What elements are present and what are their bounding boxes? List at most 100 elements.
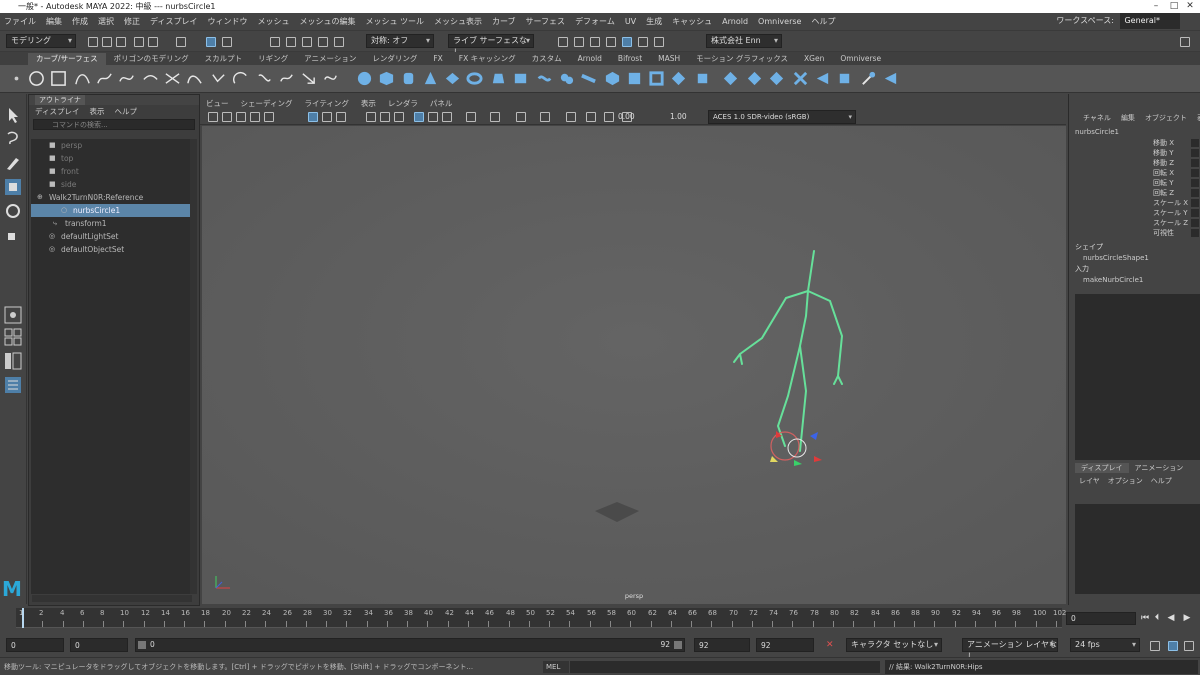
add-points-icon[interactable]	[322, 70, 339, 87]
nurbs-circle-prim-icon[interactable]	[490, 70, 507, 87]
extrude-icon[interactable]	[580, 70, 597, 87]
perspective-viewport[interactable]: persp	[202, 126, 1066, 604]
menu-item-7[interactable]: メッシュ	[257, 16, 289, 27]
anti-aliasing-icon[interactable]	[566, 112, 576, 122]
outliner-vscrollbar[interactable]	[190, 139, 197, 594]
attach-surfaces-icon[interactable]	[814, 70, 831, 87]
resolution-gate-icon[interactable]	[336, 112, 346, 122]
shelf-tab-10[interactable]: Bifrost	[610, 53, 650, 65]
vp-menu-shading[interactable]: シェーディング	[241, 98, 293, 109]
minimize-icon[interactable]: –	[1148, 0, 1164, 13]
current-time-marker[interactable]	[22, 608, 24, 628]
anim-layer-dropdown[interactable]: アニメーション レイヤなし	[962, 638, 1058, 661]
cb-input-name[interactable]: makeNurbCircle1	[1083, 276, 1143, 284]
cb-menu-object[interactable]: オブジェクト	[1145, 113, 1187, 123]
outliner-row[interactable]: ◎ defaultObjectSet	[31, 243, 191, 256]
vp-menu-lighting[interactable]: ライティング	[304, 98, 348, 109]
outliner-row[interactable]: ⊕ Walk2TurnN0R:Reference	[31, 191, 191, 204]
select-camera-icon[interactable]	[208, 112, 218, 122]
intersect-icon[interactable]	[722, 70, 739, 87]
paint-select-icon[interactable]	[4, 154, 22, 172]
use-all-lights-icon[interactable]	[466, 112, 476, 122]
select-hierarchy-icon[interactable]	[176, 37, 186, 47]
cb-attr-value[interactable]	[1191, 149, 1199, 157]
shadows-icon[interactable]	[490, 112, 500, 122]
arc-icon[interactable]	[164, 70, 181, 87]
bevel-icon[interactable]	[670, 70, 687, 87]
renderer-dropdown[interactable]: 株式会社 Enn	[706, 34, 782, 48]
motion-blur-icon[interactable]	[540, 112, 550, 122]
textured-icon[interactable]	[442, 112, 452, 122]
color-space-dropdown[interactable]: ACES 1.0 SDR-video (sRGB)	[708, 110, 856, 124]
sound-icon[interactable]	[1168, 641, 1178, 651]
animation-start-field[interactable]: 0	[6, 638, 64, 652]
field-chart-icon[interactable]	[380, 112, 390, 122]
range-bar[interactable]: 0 92	[135, 638, 685, 652]
menu-item-5[interactable]: ディスプレイ	[150, 16, 197, 27]
play-back-icon[interactable]: ◀	[1166, 613, 1176, 623]
depth-of-field-icon[interactable]	[586, 112, 596, 122]
outliner-layout-icon[interactable]	[4, 376, 22, 394]
script-language-toggle[interactable]: MEL	[543, 661, 569, 673]
shelf-tab-6[interactable]: FX	[425, 53, 450, 65]
four-view-layout-icon[interactable]	[4, 328, 22, 346]
live-surface-field[interactable]: ライブ サーフェスなし	[448, 34, 534, 57]
shelf-tab-0[interactable]: カーブ/サーフェス	[28, 53, 106, 65]
outliner-row[interactable]: ◎ defaultLightSet	[31, 230, 191, 243]
animation-end-field[interactable]: 92	[756, 638, 814, 652]
cb-menu-edit[interactable]: 編集	[1121, 113, 1135, 123]
shelf-tab-2[interactable]: スカルプト	[197, 53, 251, 65]
go-to-start-icon[interactable]: ⏮	[1140, 613, 1150, 623]
cb-attr-value[interactable]	[1191, 179, 1199, 187]
film-gate-icon[interactable]	[322, 112, 332, 122]
project-curve-icon[interactable]	[746, 70, 763, 87]
nurbs-circle-icon[interactable]	[28, 70, 45, 87]
outliner-search-input[interactable]: コマンドの検索...	[33, 119, 195, 130]
render-frame-icon[interactable]	[558, 37, 568, 47]
close-icon[interactable]: ✕	[1182, 0, 1198, 13]
vp-menu-panels[interactable]: パネル	[430, 98, 453, 109]
move-tool-icon[interactable]	[4, 178, 22, 196]
vp-menu-view[interactable]: ビュー	[206, 98, 229, 109]
outliner-menu-display[interactable]: ディスプレイ	[35, 106, 79, 117]
menu-item-2[interactable]: 作成	[72, 16, 88, 27]
layer-menu-layers[interactable]: レイヤ	[1079, 476, 1100, 486]
menu-item-3[interactable]: 選択	[98, 16, 114, 27]
step-back-icon[interactable]: ⏴	[1152, 613, 1162, 623]
time-slider-track[interactable]: 1246810121416182022242628303234363840424…	[16, 608, 1066, 628]
planar-icon[interactable]	[558, 70, 575, 87]
surface-editing-icon[interactable]	[882, 70, 899, 87]
cb-attr-value[interactable]	[1191, 209, 1199, 217]
bevel-plus-icon[interactable]	[694, 70, 711, 87]
outliner-row[interactable]: ○ nurbsCircle1	[31, 204, 191, 217]
shelf-tab-7[interactable]: FX キャッシング	[451, 53, 524, 65]
vp-menu-renderer[interactable]: レンダラ	[388, 98, 418, 109]
layer-menu-help[interactable]: ヘルプ	[1151, 476, 1172, 486]
select-component-icon[interactable]	[222, 37, 232, 47]
outliner-row[interactable]: ⤷ transform1	[31, 217, 191, 230]
shelf-tab-12[interactable]: モーション グラフィックス	[688, 53, 796, 65]
single-perspective-layout-icon[interactable]	[4, 306, 22, 324]
menu-item-15[interactable]: 生成	[646, 16, 662, 27]
two-d-pan-icon[interactable]	[264, 112, 274, 122]
save-scene-icon[interactable]	[116, 37, 126, 47]
shelf-tab-3[interactable]: リギング	[250, 53, 296, 65]
shelf-tab-4[interactable]: アニメーション	[296, 53, 364, 65]
image-plane-icon[interactable]	[250, 112, 260, 122]
lasso-tool-icon[interactable]	[4, 130, 22, 148]
shelf-tab-5[interactable]: レンダリング	[364, 53, 425, 65]
pause-icon[interactable]	[654, 37, 664, 47]
menu-item-19[interactable]: ヘルプ	[811, 16, 835, 27]
gate-mask-icon[interactable]	[366, 112, 376, 122]
arnold-render-icon[interactable]	[638, 37, 648, 47]
extend-curve-icon[interactable]	[256, 70, 273, 87]
shelf-tab-11[interactable]: MASH	[650, 53, 688, 65]
camera-attributes-icon[interactable]	[222, 112, 232, 122]
bezier-curve-icon[interactable]	[118, 70, 135, 87]
cb-attr-value[interactable]	[1191, 139, 1199, 147]
sculpt-icon[interactable]	[860, 70, 877, 87]
cb-attr-value[interactable]	[1191, 159, 1199, 167]
menu-item-8[interactable]: メッシュの編集	[299, 16, 355, 27]
nurbs-sphere-icon[interactable]	[356, 70, 373, 87]
new-scene-icon[interactable]	[88, 37, 98, 47]
